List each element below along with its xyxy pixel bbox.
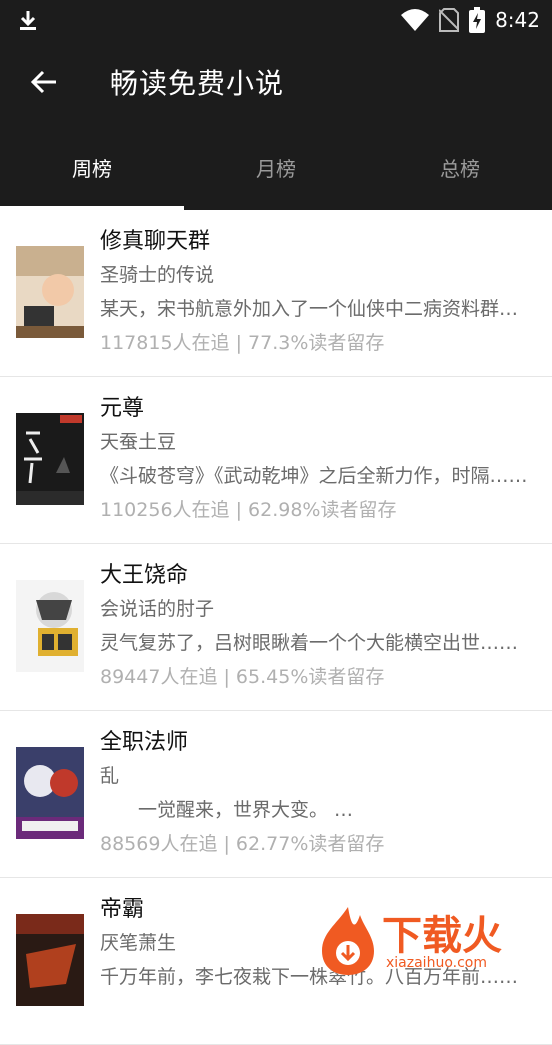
watermark: 下载火 xiazaihuo.com xyxy=(316,901,546,981)
tab-total[interactable]: 总榜 xyxy=(368,124,552,210)
book-stats: 88569人在追 | 62.77%读者留存 xyxy=(100,833,385,855)
list-item[interactable]: 全职法师 乱 一觉醒来，世界大变。 … 88569人在追 | 62.77%读者留… xyxy=(0,711,552,878)
book-cover xyxy=(16,413,84,505)
no-sim-icon xyxy=(439,8,460,32)
book-author: 圣骑士的传说 xyxy=(100,264,215,286)
book-title: 修真聊天群 xyxy=(100,229,211,254)
book-stats: 117815人在追 | 77.3%读者留存 xyxy=(100,332,385,354)
back-arrow-icon[interactable] xyxy=(28,66,60,98)
book-stats: 89447人在追 | 65.45%读者留存 xyxy=(100,666,385,688)
flame-logo-icon xyxy=(322,907,374,975)
book-cover xyxy=(16,747,84,839)
download-icon xyxy=(20,11,36,30)
book-cover xyxy=(16,914,84,1006)
app-bar: 畅读免费小说 xyxy=(0,40,552,124)
list-item[interactable]: 修真聊天群 圣骑士的传说 某天，宋书航意外加入了一个仙侠中二病资料群…… 117… xyxy=(0,210,552,377)
book-cover xyxy=(16,580,84,672)
watermark-text: 下载火 xyxy=(382,913,502,959)
book-title: 大王饶命 xyxy=(100,563,189,588)
battery-charging-icon xyxy=(469,7,486,33)
book-author: 乱 xyxy=(100,765,120,787)
book-stats xyxy=(100,994,540,1028)
list-item[interactable]: 大王饶命 会说话的肘子 灵气复苏了，吕树眼瞅着一个个大能横空出世…… 89447… xyxy=(0,544,552,711)
book-description: 某天，宋书航意外加入了一个仙侠中二病资料群…… xyxy=(100,298,530,320)
watermark-url: xiazaihuo.com xyxy=(386,955,487,971)
book-description: 一觉醒来，世界大变。 … xyxy=(100,799,354,821)
wifi-icon xyxy=(401,9,430,31)
book-stats: 110256人在追 | 62.98%读者留存 xyxy=(100,499,397,521)
book-title: 全职法师 xyxy=(100,730,189,755)
clock: 8:42 xyxy=(495,8,540,32)
tab-monthly[interactable]: 月榜 xyxy=(184,124,368,210)
book-cover xyxy=(16,246,84,338)
list-item[interactable]: 元尊 天蚕土豆 《斗破苍穹》《武动乾坤》之后全新力作，时隔…… 110256人在… xyxy=(0,377,552,544)
status-bar: 8:42 xyxy=(0,0,552,40)
book-description: 《斗破苍穹》《武动乾坤》之后全新力作，时隔…… xyxy=(100,465,528,487)
book-author: 天蚕土豆 xyxy=(100,431,177,453)
tab-weekly[interactable]: 周榜 xyxy=(0,124,184,210)
tab-bar: 周榜 月榜 总榜 xyxy=(0,124,552,210)
book-description: 灵气复苏了，吕树眼瞅着一个个大能横空出世…… xyxy=(100,632,519,654)
page-title: 畅读免费小说 xyxy=(110,67,285,100)
book-title: 元尊 xyxy=(100,396,145,421)
book-author: 会说话的肘子 xyxy=(100,598,215,620)
